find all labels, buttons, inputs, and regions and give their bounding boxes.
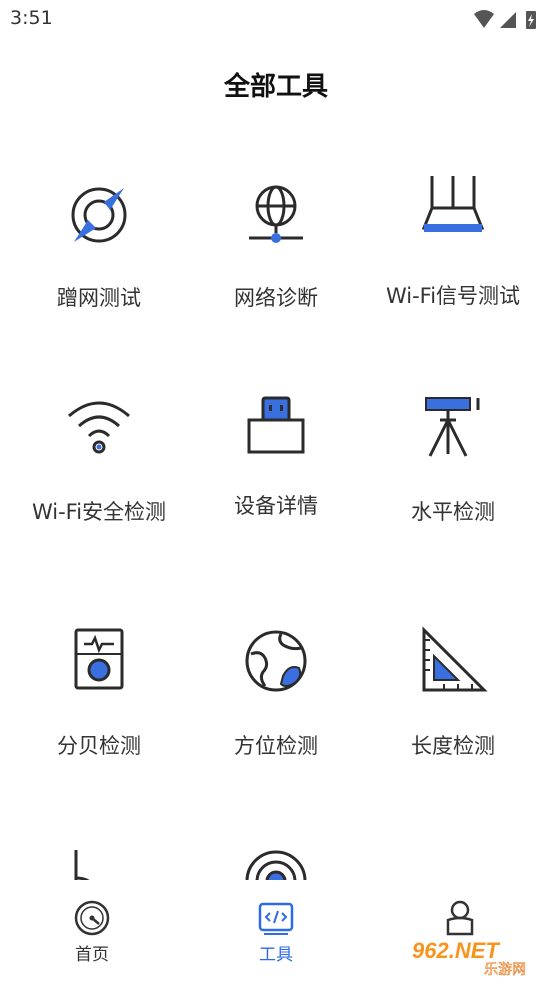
- set-square-ruler-icon: [422, 626, 488, 692]
- earth-icon: [245, 630, 307, 692]
- compass-icon: [71, 187, 127, 243]
- nav-home[interactable]: 首页: [0, 880, 184, 981]
- tool-wifi-security[interactable]: Wi-Fi安全检测: [7, 378, 191, 558]
- tool-network-diagnosis[interactable]: 网络诊断: [184, 150, 368, 330]
- tool-label: 长度检测: [411, 734, 495, 758]
- tool-partial-2[interactable]: [184, 838, 368, 880]
- nav-tools[interactable]: 工具: [184, 880, 368, 981]
- watermark-text-small: 乐游网: [484, 962, 526, 978]
- tools-grid: 蹭网测试 网络诊断 Wi-Fi信号测试 Wi-Fi安全检测 设备详情 水平检测 …: [0, 0, 552, 880]
- tool-label: Wi-Fi信号测试: [385, 284, 521, 308]
- tool-label: 方位检测: [234, 734, 318, 758]
- usb-device-icon: [247, 396, 305, 454]
- watermark-text-big: 962.NET: [412, 938, 500, 963]
- router-icon: [421, 176, 485, 232]
- tool-direction-test[interactable]: 方位检测: [184, 610, 368, 790]
- site-watermark-logo: 962.NET 乐游网: [406, 936, 546, 978]
- tripod-level-icon: [425, 397, 480, 457]
- tool-device-details[interactable]: 设备详情: [184, 378, 368, 558]
- tool-length-test[interactable]: 长度检测: [361, 610, 545, 790]
- nav-label: 首页: [75, 945, 109, 965]
- code-window-icon: [258, 902, 294, 935]
- tool-decibel-test[interactable]: 分贝检测: [7, 610, 191, 790]
- tool-label: 设备详情: [234, 494, 318, 518]
- tool-label: Wi-Fi安全检测: [31, 500, 167, 524]
- wifi-icon: [68, 401, 130, 454]
- tool-label: 网络诊断: [234, 286, 318, 310]
- speedometer-icon: [74, 900, 110, 936]
- tool-label: 水平检测: [411, 500, 495, 524]
- protractor-icon: [74, 850, 90, 880]
- tool-ceng-wang[interactable]: 蹭网测试: [7, 150, 191, 330]
- tool-level-test[interactable]: 水平检测: [361, 378, 545, 558]
- radar-icon: [245, 850, 307, 880]
- globe-network-icon: [249, 185, 303, 243]
- tool-wifi-signal-test[interactable]: Wi-Fi信号测试: [361, 150, 545, 330]
- tool-label: 分贝检测: [57, 734, 141, 758]
- decibel-meter-icon: [74, 628, 124, 690]
- tool-label: 蹭网测试: [57, 286, 141, 310]
- tool-partial-1[interactable]: [7, 838, 191, 880]
- nav-label: 工具: [259, 945, 293, 965]
